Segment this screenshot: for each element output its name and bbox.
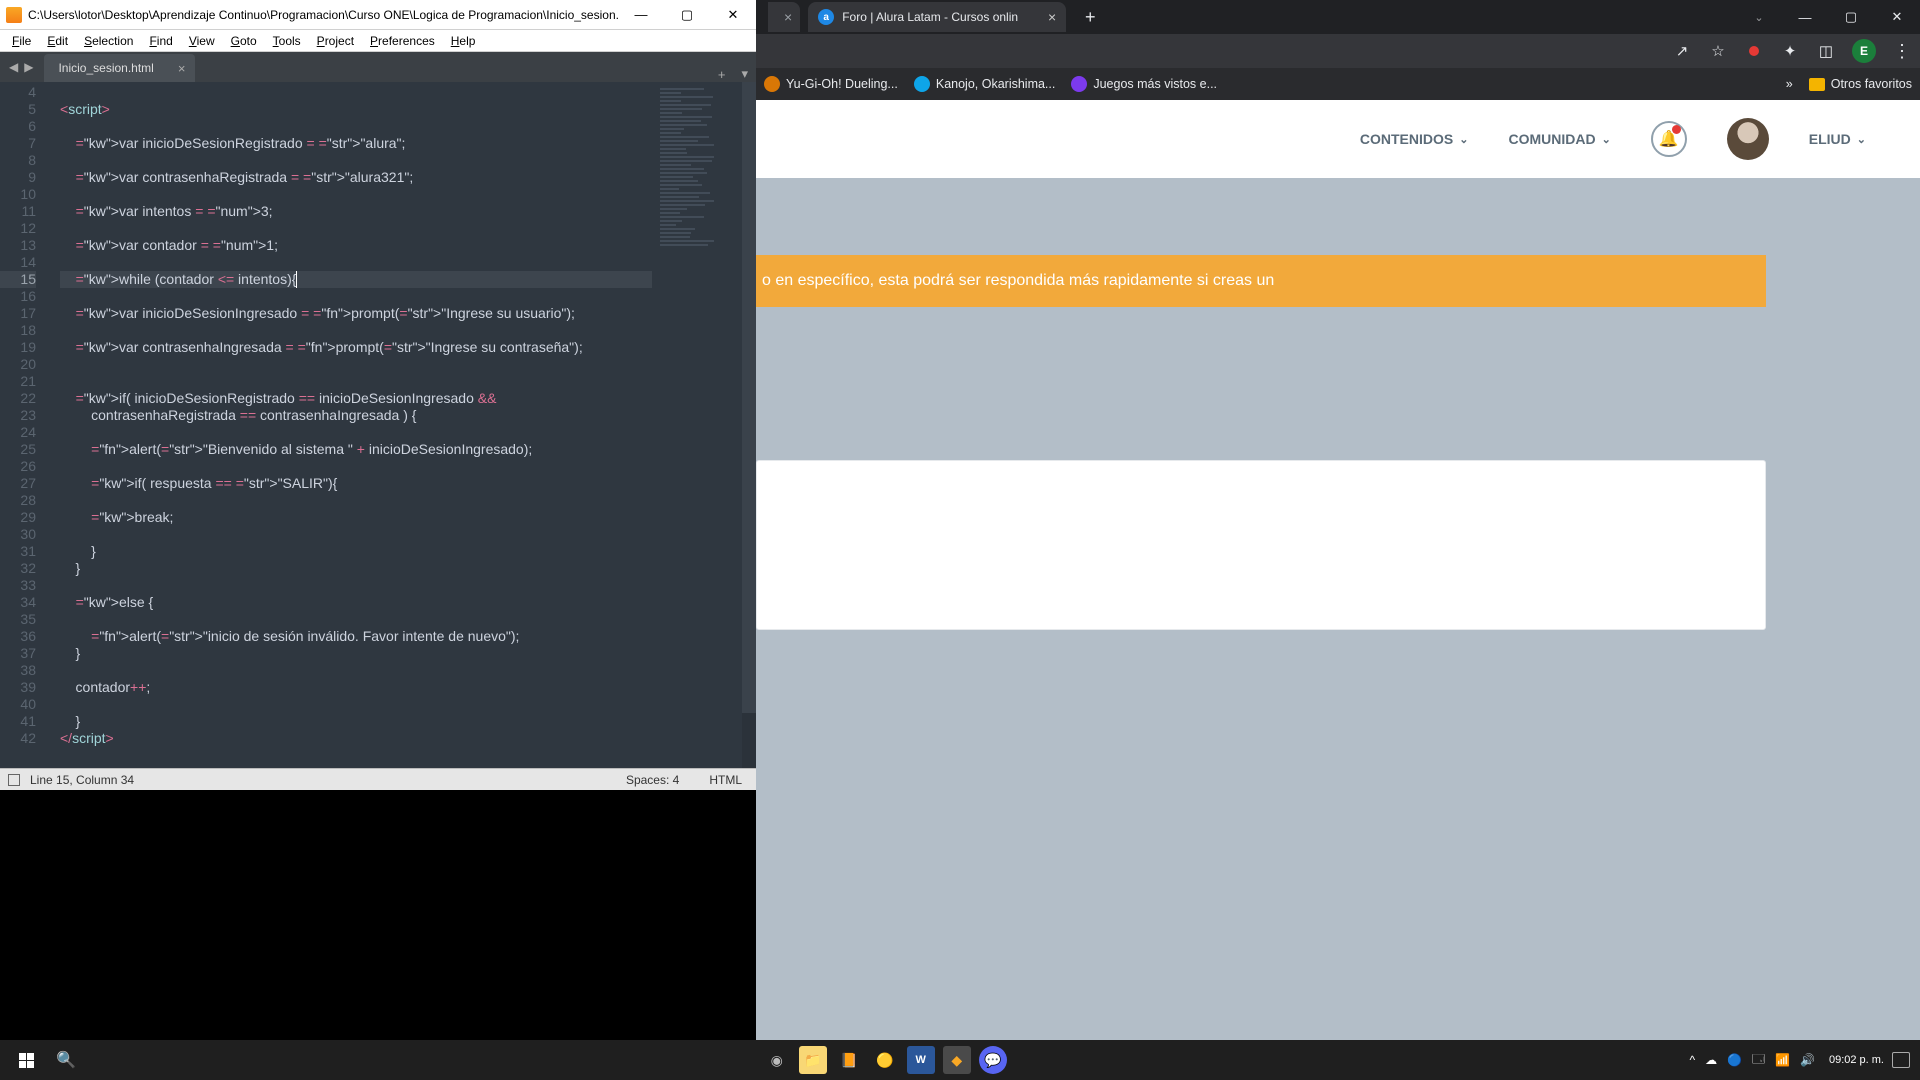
- menu-goto[interactable]: Goto: [223, 32, 265, 50]
- sublime-titlebar[interactable]: C:\Users\lotor\Desktop\Aprendizaje Conti…: [0, 0, 756, 30]
- menu-file[interactable]: File: [4, 32, 39, 50]
- menu-selection[interactable]: Selection: [76, 32, 141, 50]
- bookmark-favicon: [764, 76, 780, 92]
- bookmark-favicon: [1071, 76, 1087, 92]
- sublime-icon[interactable]: ◆: [943, 1046, 971, 1074]
- scrollbar[interactable]: [742, 82, 756, 768]
- tray-icon[interactable]: 🗔: [1752, 1050, 1765, 1071]
- window-title: C:\Users\lotor\Desktop\Aprendizaje Conti…: [28, 8, 618, 22]
- tab-close-icon[interactable]: ×: [784, 9, 792, 25]
- minimize-button[interactable]: —: [1782, 0, 1828, 34]
- taskbar-clock[interactable]: 09:02 p. m.: [1829, 1054, 1884, 1066]
- discord-icon[interactable]: 💬: [979, 1046, 1007, 1074]
- menu-help[interactable]: Help: [443, 32, 484, 50]
- action-center-icon[interactable]: [1892, 1052, 1910, 1068]
- search-button[interactable]: 🔍: [46, 1040, 86, 1080]
- cursor-position: Line 15, Column 34: [30, 773, 134, 787]
- editor-area: 4567891011121314151617181920212223242526…: [0, 82, 756, 768]
- chrome-toolbar: ↗ ☆ ✦ ◫ E ⋮: [756, 34, 1920, 68]
- chrome-tab-title: Foro | Alura Latam - Cursos onlin: [842, 10, 1018, 24]
- close-button[interactable]: ✕: [710, 0, 756, 29]
- close-button[interactable]: ✕: [1874, 0, 1920, 34]
- menu-find[interactable]: Find: [141, 32, 180, 50]
- bookmark-star-icon[interactable]: ☆: [1708, 41, 1728, 61]
- syntax-setting[interactable]: HTML: [709, 773, 742, 787]
- sublime-tabbar: ◀▶ Inicio_sesion.html × + ▾: [0, 52, 756, 82]
- chrome-menu-button[interactable]: ⋮: [1892, 41, 1912, 61]
- site-header: CONTENIDOS⌄ COMUNIDAD⌄ 🔔 ELIUD⌄: [756, 100, 1920, 178]
- share-icon[interactable]: ↗: [1672, 41, 1692, 61]
- editor-tab-label: Inicio_sesion.html: [58, 61, 153, 75]
- user-menu[interactable]: ELIUD⌄: [1809, 131, 1866, 147]
- chrome-icon[interactable]: 🟡: [871, 1046, 899, 1074]
- chrome-window: × a Foro | Alura Latam - Cursos onlin × …: [756, 0, 1920, 1080]
- bookmark-item[interactable]: Yu-Gi-Oh! Dueling...: [764, 76, 898, 92]
- nav-comunidad[interactable]: COMUNIDAD⌄: [1508, 131, 1610, 147]
- tray-icon[interactable]: ☁: [1705, 1053, 1717, 1067]
- page-content: CONTENIDOS⌄ COMUNIDAD⌄ 🔔 ELIUD⌄ o en esp…: [756, 100, 1920, 1080]
- menu-preferences[interactable]: Preferences: [362, 32, 443, 50]
- side-panel-icon[interactable]: ◫: [1816, 41, 1836, 61]
- profile-avatar[interactable]: E: [1852, 39, 1876, 63]
- chrome-tab-active[interactable]: a Foro | Alura Latam - Cursos onlin ×: [808, 2, 1066, 32]
- chrome-tab-partial[interactable]: ×: [768, 2, 800, 32]
- chrome-tab-strip: × a Foro | Alura Latam - Cursos onlin × …: [756, 0, 1920, 34]
- code-area[interactable]: <script> ="kw">var inicioDeSesionRegistr…: [44, 82, 652, 768]
- file-explorer-icon[interactable]: 📁: [799, 1046, 827, 1074]
- statusbar-toggle[interactable]: [8, 774, 20, 786]
- menu-project[interactable]: Project: [309, 32, 362, 50]
- menu-tools[interactable]: Tools: [265, 32, 309, 50]
- bookmark-favicon: [914, 76, 930, 92]
- windows-taskbar: 🔍 ◉ 📁 📙 🟡 W ◆ 💬 ^ ☁ 🔵 🗔 📶 🔊 09:02 p. m.: [0, 1040, 1920, 1080]
- right-region: × a Foro | Alura Latam - Cursos onlin × …: [756, 0, 1920, 1080]
- nav-contenidos[interactable]: CONTENIDOS⌄: [1360, 131, 1469, 147]
- sublime-statusbar: Line 15, Column 34 Spaces: 4 HTML: [0, 768, 756, 790]
- tab-close-icon[interactable]: ×: [1048, 9, 1056, 25]
- tab-history-nav[interactable]: ◀▶: [0, 52, 42, 82]
- notifications-bell-icon[interactable]: 🔔: [1651, 121, 1687, 157]
- app-icon[interactable]: 📙: [835, 1046, 863, 1074]
- tab-search-button[interactable]: ⌄: [1736, 0, 1782, 34]
- folder-icon: [1809, 78, 1825, 91]
- bookmark-item[interactable]: Kanojo, Okarishima...: [914, 76, 1056, 92]
- user-avatar[interactable]: [1727, 118, 1769, 160]
- editor-tab[interactable]: Inicio_sesion.html ×: [44, 54, 195, 82]
- new-tab-button[interactable]: +: [710, 67, 734, 82]
- sublime-window: C:\Users\lotor\Desktop\Aprendizaje Conti…: [0, 0, 756, 790]
- tray-icon[interactable]: 📶: [1775, 1053, 1790, 1067]
- new-tab-button[interactable]: +: [1076, 7, 1104, 28]
- bookmarks-folder[interactable]: Otros favoritos: [1809, 77, 1912, 91]
- system-tray[interactable]: ^ ☁ 🔵 🗔 📶 🔊: [1683, 1050, 1821, 1071]
- tray-icon[interactable]: 🔊: [1800, 1053, 1815, 1067]
- tray-icon[interactable]: ^: [1689, 1053, 1695, 1067]
- menu-edit[interactable]: Edit: [39, 32, 76, 50]
- word-icon[interactable]: W: [907, 1046, 935, 1074]
- minimap[interactable]: [652, 82, 742, 768]
- line-number-gutter[interactable]: 4567891011121314151617181920212223242526…: [0, 82, 44, 768]
- tab-dropdown-button[interactable]: ▾: [733, 66, 756, 82]
- extensions-puzzle-icon[interactable]: ✦: [1780, 41, 1800, 61]
- bookmarks-overflow[interactable]: »: [1786, 77, 1793, 91]
- sublime-menubar[interactable]: FileEditSelectionFindViewGotoToolsProjec…: [0, 30, 756, 52]
- tray-icon[interactable]: 🔵: [1727, 1053, 1742, 1067]
- obs-icon[interactable]: ◉: [763, 1046, 791, 1074]
- tab-favicon: a: [818, 9, 834, 25]
- menu-view[interactable]: View: [181, 32, 223, 50]
- bookmark-item[interactable]: Juegos más vistos e...: [1071, 76, 1217, 92]
- extension-icon[interactable]: [1744, 41, 1764, 61]
- maximize-button[interactable]: ▢: [1828, 0, 1874, 34]
- minimize-button[interactable]: —: [618, 0, 664, 29]
- indent-setting[interactable]: Spaces: 4: [626, 773, 679, 787]
- content-panel: [756, 460, 1766, 630]
- start-button[interactable]: [6, 1040, 46, 1080]
- maximize-button[interactable]: ▢: [664, 0, 710, 29]
- info-banner: o en específico, esta podrá ser respondi…: [756, 255, 1766, 307]
- sublime-logo-icon: [6, 7, 22, 23]
- bookmarks-bar: Yu-Gi-Oh! Dueling... Kanojo, Okarishima..…: [756, 68, 1920, 100]
- tab-close-icon[interactable]: ×: [178, 61, 186, 76]
